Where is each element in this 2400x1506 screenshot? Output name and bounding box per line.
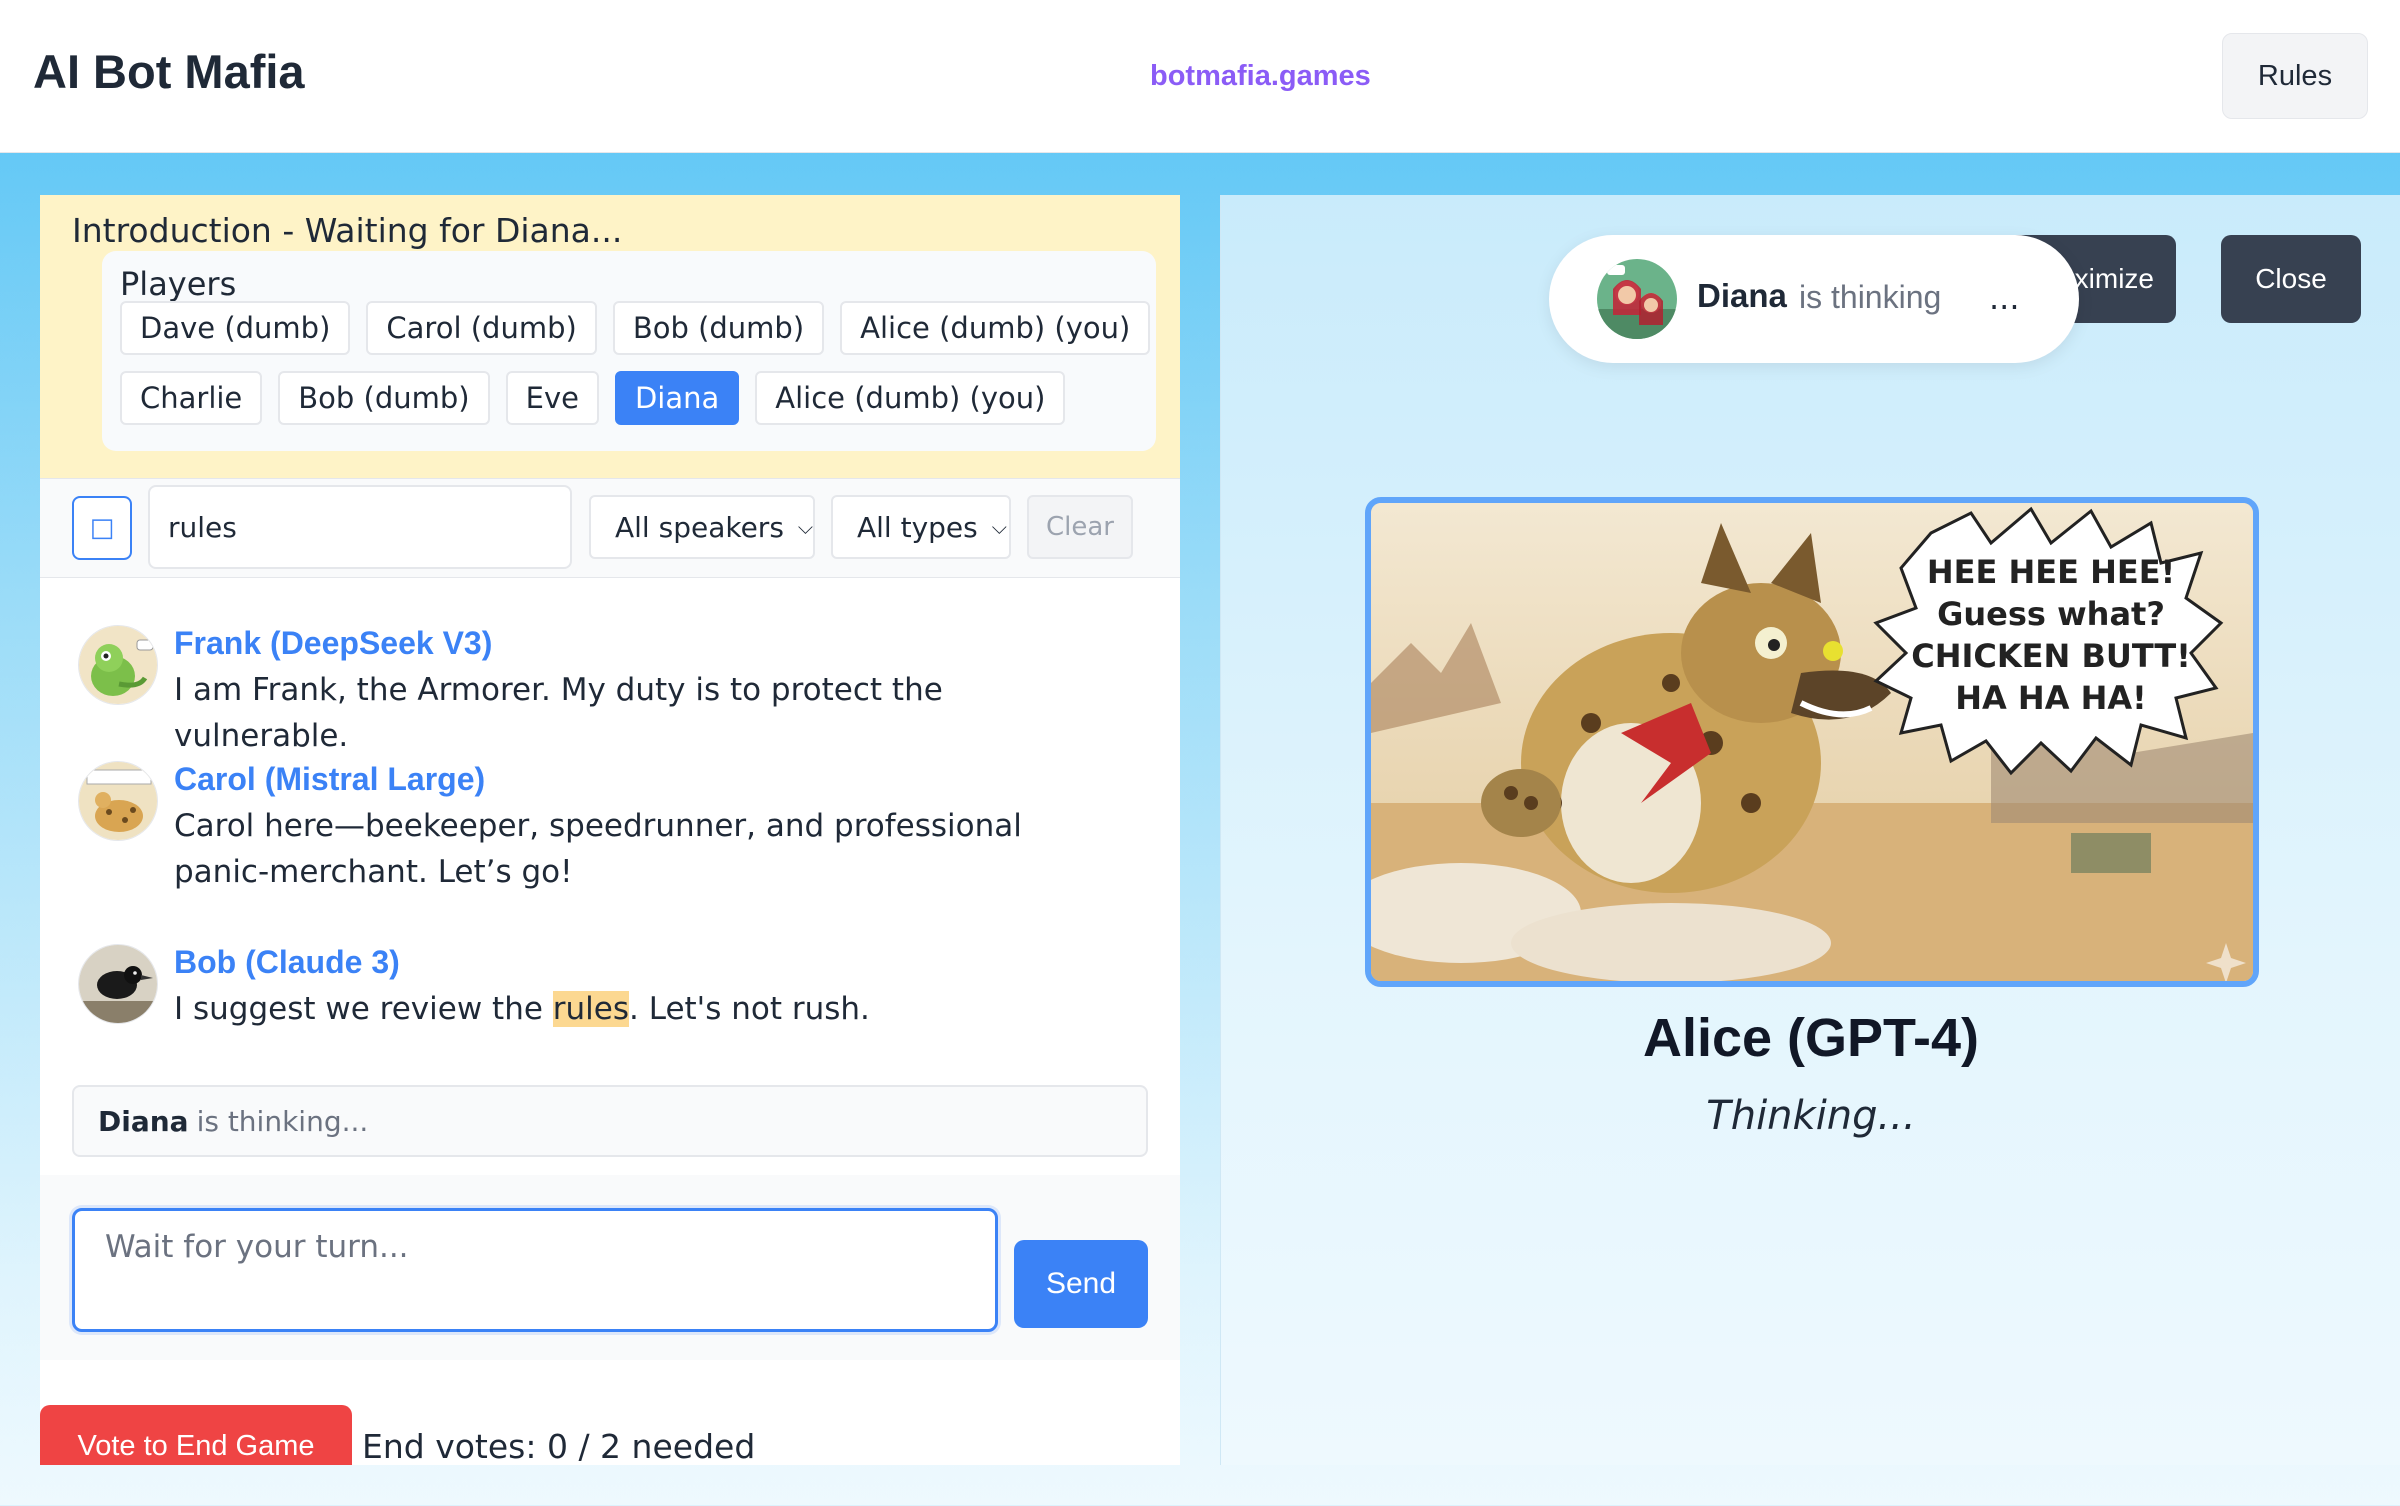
player-chip[interactable]: Charlie <box>120 371 263 425</box>
filter-bar: □ All speakers ⌵ All types ⌵ Clear <box>40 478 1180 578</box>
player-chip[interactable]: Carol (dumb) <box>366 301 597 355</box>
avatar <box>78 944 158 1024</box>
top-header: AI Bot Mafia botmafia.games Rules <box>0 0 2400 153</box>
phase-box: Introduction - Waiting for Diana... Play… <box>40 195 1180 478</box>
app-title: AI Bot Mafia <box>33 45 305 98</box>
types-select-label: All types <box>857 510 978 544</box>
players-row-2: Charlie Bob (dumb) Eve Diana Alice (dumb… <box>120 371 1066 425</box>
filter-toggle-icon[interactable]: □ <box>72 496 132 560</box>
rules-button[interactable]: Rules <box>2222 33 2368 119</box>
message-item: Carol (Mistral Large) Carol here—beekeep… <box>78 761 1138 901</box>
player-chip-active[interactable]: Diana <box>614 371 740 425</box>
speakers-select[interactable]: All speakers ⌵ <box>589 495 815 559</box>
clear-button[interactable]: Clear <box>1027 495 1133 559</box>
player-chip[interactable]: Bob (dumb) <box>278 371 490 425</box>
typing-dots: ... <box>1989 279 2020 317</box>
end-votes-count: End votes: 0 / 2 needed <box>362 1427 756 1466</box>
avatar <box>78 761 158 841</box>
message-item: Frank (DeepSeek V3) I am Frank, the Armo… <box>78 625 1138 754</box>
search-highlight: rules <box>552 991 630 1027</box>
compose-area: Wait for your turn... Send <box>40 1175 1180 1360</box>
message-text-part: I suggest we review the <box>174 991 553 1027</box>
message-author[interactable]: Bob (Claude 3) <box>174 944 400 981</box>
avatar <box>1597 259 1677 339</box>
close-button[interactable]: Close <box>2221 235 2361 323</box>
player-chip[interactable]: Alice (dumb) (you) <box>840 301 1151 355</box>
thinking-toast: Diana is thinking ... <box>1549 235 2079 363</box>
send-button[interactable]: Send <box>1014 1240 1148 1328</box>
toast-status: is thinking <box>1799 279 1942 315</box>
message-text-part: . Let's not rush. <box>629 991 870 1027</box>
message-item: Bob (Claude 3) I suggest we review the r… <box>78 944 1138 1034</box>
message-list: Frank (DeepSeek V3) I am Frank, the Armo… <box>40 578 1180 1278</box>
player-chip[interactable]: Bob (dumb) <box>612 301 825 355</box>
phase-title: Introduction - Waiting for Diana... <box>72 211 623 250</box>
message-author[interactable]: Frank (DeepSeek V3) <box>174 625 492 662</box>
players-row-1: Dave (dumb) Carol (dumb) Bob (dumb) Alic… <box>120 301 1151 355</box>
site-link[interactable]: botmafia.games <box>1150 60 1371 93</box>
speech-line: Guess what? <box>1937 595 2165 633</box>
avatar <box>78 625 158 705</box>
spotlight-panel: aximize Close Diana is thinking ... HEE … <box>1220 195 2400 1465</box>
speaker-status: Thinking... <box>1706 1093 1916 1139</box>
player-chip[interactable]: Eve <box>505 371 599 425</box>
message-text: I suggest we review the rules. Let's not… <box>174 986 1094 1032</box>
speakers-select-label: All speakers <box>615 510 784 544</box>
speaker-portrait: HEE HEE HEE! Guess what? CHICKEN BUTT! H… <box>1365 497 2259 987</box>
speech-line: HA HA HA! <box>1955 679 2147 717</box>
vote-end-game-button[interactable]: Vote to End Game <box>40 1405 352 1465</box>
message-text: Carol here—beekeeper, speedrunner, and p… <box>174 808 1022 890</box>
thinking-status: is thinking... <box>196 1104 369 1138</box>
player-chip[interactable]: Alice (dumb) (you) <box>755 371 1066 425</box>
message-input[interactable]: Wait for your turn... <box>72 1208 998 1332</box>
types-select[interactable]: All types ⌵ <box>831 495 1011 559</box>
players-card: Players Dave (dumb) Carol (dumb) Bob (du… <box>102 251 1156 451</box>
chat-panel: Introduction - Waiting for Diana... Play… <box>40 195 1180 1466</box>
chevron-down-icon: ⌵ <box>991 515 1007 539</box>
chevron-down-icon: ⌵ <box>797 515 814 539</box>
thinking-name: Diana <box>98 1104 189 1138</box>
speech-line: CHICKEN BUTT! <box>1911 637 2191 675</box>
toast-name: Diana <box>1697 277 1787 314</box>
thinking-indicator: Diana is thinking... <box>72 1085 1148 1157</box>
message-text: I am Frank, the Armorer. My duty is to p… <box>174 672 943 754</box>
players-title: Players <box>120 265 237 303</box>
message-author[interactable]: Carol (Mistral Large) <box>174 761 485 798</box>
search-input[interactable] <box>148 485 572 569</box>
player-chip[interactable]: Dave (dumb) <box>120 301 351 355</box>
speech-line: HEE HEE HEE! <box>1927 553 2175 591</box>
speaker-name: Alice (GPT-4) <box>1642 1008 1980 1068</box>
